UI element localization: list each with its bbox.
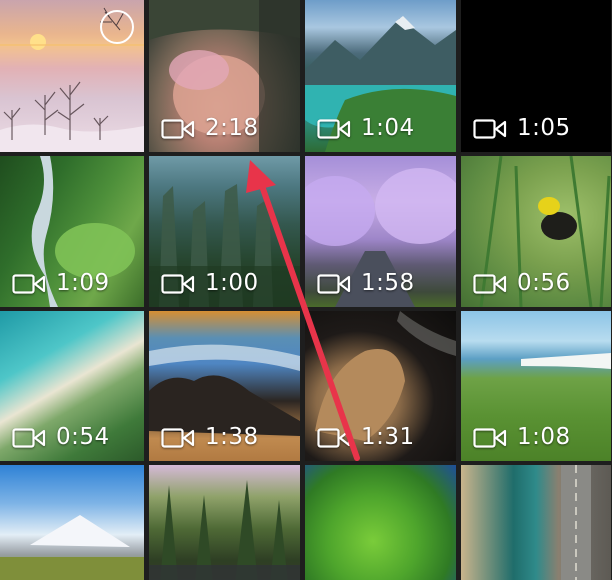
photo-tile-road-river[interactable] [461,465,611,580]
video-tile-1-09[interactable]: 1:09 [0,156,144,307]
video-indicator: 1:00 [161,272,259,295]
video-camera-icon [161,273,195,294]
video-camera-icon [12,273,46,294]
video-tile-1-00[interactable]: 1:00 [149,156,300,307]
photo-thumbnail [305,465,456,580]
photo-tile-sunset[interactable] [0,0,144,152]
forest-pond-scene [149,465,300,580]
video-duration: 0:56 [517,270,571,296]
photo-tile-snowy-mountain[interactable] [0,465,144,580]
video-duration: 1:38 [205,424,259,450]
video-duration: 1:08 [517,424,571,450]
video-tile-1-58[interactable]: 1:58 [305,156,456,307]
video-duration: 1:31 [361,424,415,450]
selection-circle-icon[interactable] [100,10,134,44]
video-camera-icon [12,427,46,448]
video-indicator: 2:18 [161,117,259,140]
photo-tile-tree-canopy[interactable] [305,465,456,580]
video-camera-icon [317,427,351,448]
video-indicator: 1:09 [12,272,110,295]
video-indicator: 1:38 [161,426,259,449]
video-duration: 2:18 [205,115,259,141]
video-indicator: 0:56 [473,272,571,295]
video-duration: 1:05 [517,115,571,141]
video-tile-1-08[interactable]: 1:08 [461,311,611,461]
video-indicator: 1:08 [473,426,571,449]
video-camera-icon [161,118,195,139]
video-camera-icon [161,427,195,448]
video-duration: 1:04 [361,115,415,141]
video-indicator: 1:05 [473,117,571,140]
video-duration: 0:54 [56,424,110,450]
video-tile-0-54[interactable]: 0:54 [0,311,144,461]
photo-tile-forest-pond[interactable] [149,465,300,580]
media-grid: 2:18 1:04 1:05 1:09 1:00 1:58 0:56 0:54 … [0,0,612,580]
video-duration: 1:00 [205,270,259,296]
video-camera-icon [473,427,507,448]
video-indicator: 1:04 [317,117,415,140]
video-duration: 1:58 [361,270,415,296]
video-camera-icon [317,118,351,139]
video-indicator: 0:54 [12,426,110,449]
video-tile-1-38[interactable]: 1:38 [149,311,300,461]
video-indicator: 1:31 [317,426,415,449]
video-tile-1-31[interactable]: 1:31 [305,311,456,461]
video-tile-1-04[interactable]: 1:04 [305,0,456,152]
snowy-mountain-scene [0,465,144,580]
video-indicator: 1:58 [317,272,415,295]
road-river-scene [461,465,611,580]
video-tile-2-18[interactable]: 2:18 [149,0,300,152]
video-tile-1-05[interactable]: 1:05 [461,0,611,152]
video-tile-0-56[interactable]: 0:56 [461,156,611,307]
video-camera-icon [317,273,351,294]
video-camera-icon [473,273,507,294]
video-duration: 1:09 [56,270,110,296]
video-camera-icon [473,118,507,139]
